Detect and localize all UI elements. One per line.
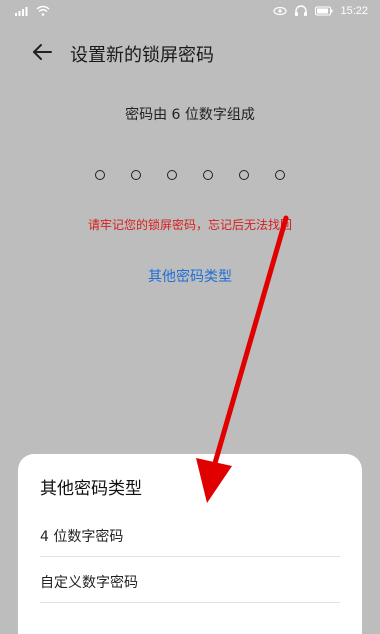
password-type-sheet: 其他密码类型 4 位数字密码 自定义数字密码 — [18, 454, 362, 634]
back-arrow-icon — [33, 44, 52, 60]
pin-dot — [203, 170, 213, 180]
status-bar: 15:22 — [0, 0, 380, 26]
back-button[interactable] — [28, 38, 56, 66]
wifi-icon — [36, 5, 50, 17]
warning-text: 请牢记您的锁屏密码，忘记后无法找回 — [87, 218, 292, 232]
divider — [40, 556, 340, 557]
eye-icon — [273, 5, 288, 17]
pin-dot — [95, 170, 105, 180]
pin-dot — [131, 170, 141, 180]
page-title: 设置新的锁屏密码 — [70, 45, 214, 66]
battery-icon — [315, 5, 333, 17]
pin-dot — [167, 170, 177, 180]
pin-dot — [239, 170, 249, 180]
status-time: 15:22 — [340, 5, 368, 17]
pin-dots — [95, 170, 285, 184]
title-bar: 设置新的锁屏密码 — [0, 30, 380, 74]
signal-icon — [14, 5, 28, 17]
sheet-item-custom-digit[interactable]: 自定义数字密码 — [40, 572, 340, 592]
other-password-types-link[interactable]: 其他密码类型 — [0, 266, 380, 286]
sheet-title: 其他密码类型 — [40, 479, 142, 499]
pin-hint: 密码由 6 位数字组成 — [125, 107, 255, 123]
divider — [40, 602, 340, 603]
sheet-item-4-digit[interactable]: 4 位数字密码 — [40, 526, 340, 546]
pin-dot — [275, 170, 285, 180]
headset-icon — [294, 5, 308, 17]
